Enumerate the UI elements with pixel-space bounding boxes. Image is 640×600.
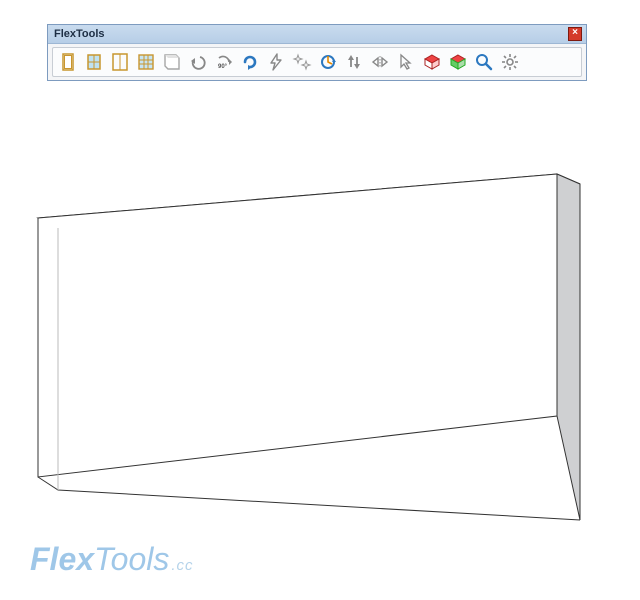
select-arrow-icon[interactable] [394, 50, 418, 74]
flexdoor-double-icon[interactable] [108, 50, 132, 74]
flexdoor-icon[interactable] [56, 50, 80, 74]
flextools-toolbar-window: FlexTools × [47, 24, 587, 81]
flextools-watermark: FlexTools.cc [30, 541, 194, 578]
arrows-updown-icon[interactable] [342, 50, 366, 74]
svg-text:90°: 90° [218, 64, 228, 70]
flexwall-icon[interactable] [160, 50, 184, 74]
watermark-suffix: .cc [169, 557, 193, 574]
model-viewport[interactable] [0, 0, 640, 600]
component-red-icon[interactable] [420, 50, 444, 74]
lightning-icon[interactable] [264, 50, 288, 74]
component-green-icon[interactable] [446, 50, 470, 74]
flexwindow-icon[interactable] [82, 50, 106, 74]
refresh-icon[interactable] [238, 50, 262, 74]
settings-icon[interactable] [498, 50, 522, 74]
mirror-icon[interactable] [368, 50, 392, 74]
sparkle-icon[interactable] [290, 50, 314, 74]
toolbar-row: 90° [52, 47, 582, 77]
toolbar-titlebar[interactable]: FlexTools × [48, 25, 586, 44]
dynamic-refresh-icon[interactable] [316, 50, 340, 74]
close-icon[interactable]: × [568, 27, 582, 41]
toolbar-title: FlexTools [54, 28, 105, 40]
watermark-bold: Flex [30, 541, 94, 577]
zoom-icon[interactable] [472, 50, 496, 74]
watermark-light: Tools [94, 541, 169, 577]
rotate-90-icon[interactable]: 90° [212, 50, 236, 74]
flexwindow-grid-icon[interactable] [134, 50, 158, 74]
toolbar-body: 90° [48, 44, 586, 80]
undo-icon[interactable] [186, 50, 210, 74]
